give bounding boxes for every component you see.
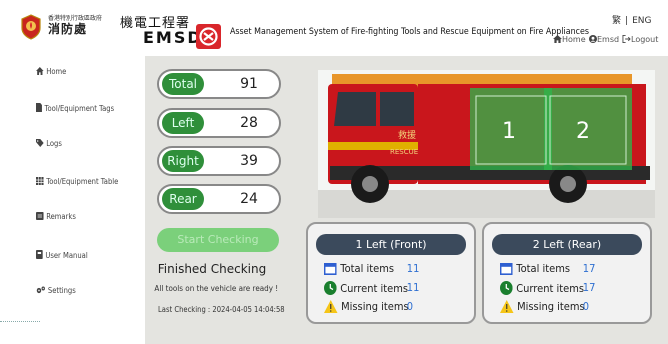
sidebar-item-user-manual[interactable]: User Manual (36, 250, 88, 260)
book-icon (36, 250, 43, 259)
fire-appliance-image: 救援 RESCUE 1 2 (318, 70, 655, 218)
lang-separator: | (625, 16, 629, 26)
compartment-1-label: 1 (502, 119, 516, 144)
sidebar-item-tool-equipment-tags[interactable]: Tool/Equipment Tags (36, 103, 114, 113)
current-items-value: 11 (406, 281, 420, 294)
stat-right: Right 39 (157, 146, 281, 176)
sidebar-item-label: Remarks (46, 212, 76, 221)
sidebar-item-label: User Manual (45, 251, 88, 260)
sidebar-item-remarks[interactable]: Remarks (36, 212, 76, 221)
top-nav-user[interactable]: Emsd (589, 35, 619, 44)
sidebar-item-label: Tool/Equipment Tags (44, 104, 115, 113)
sidebar-item-label: Settings (47, 286, 76, 295)
checking-status-message: All tools on the vehicle are ready ! (154, 284, 279, 293)
sidebar-item-label: Tool/Equipment Table (46, 177, 119, 186)
top-nav-user-label: Emsd (597, 35, 620, 44)
clock-icon (324, 281, 337, 295)
hkfs-logo-text: 香港特別行政區政府 消防處 (48, 15, 102, 36)
missing-items-label: Missing items (517, 300, 585, 313)
total-items-label: Total items (340, 262, 395, 275)
sidebar-item-settings[interactable]: Settings (36, 286, 76, 295)
sidebar-item-label: Logs (46, 139, 62, 148)
stat-right-value: 39 (240, 153, 258, 169)
start-checking-button[interactable]: Start Checking (157, 228, 279, 252)
divider (0, 321, 40, 322)
header-bar: 香港特別行政區政府 消防處 機電工程署 EMSD Asset Managemen… (0, 0, 668, 56)
last-checking-timestamp: Last Checking : 2024-04-05 14:04:58 (158, 305, 285, 314)
fire-services-emblem-icon (21, 14, 41, 40)
home-icon (553, 35, 562, 43)
missing-items-value: 0 (406, 300, 414, 313)
table-icon (36, 177, 44, 185)
tag-icon (36, 139, 44, 147)
language-switcher: 繁 | ENG (610, 13, 653, 26)
comment-icon (36, 212, 44, 220)
missing-items-row: Missing items 0 (324, 300, 413, 313)
logout-link[interactable]: Logout (622, 35, 658, 44)
file-icon (36, 103, 42, 112)
compartment-panel-left-front: 1 Left (Front) Total items 11 Current ite… (306, 222, 476, 324)
stat-left: Left 28 (157, 108, 281, 138)
missing-items-value: 0 (582, 300, 590, 313)
missing-items-row: Missing items 0 (500, 300, 589, 313)
total-items-value: 11 (406, 262, 420, 275)
warning-icon (500, 300, 514, 313)
system-title: Asset Management System of Fire-fighting… (230, 27, 589, 37)
stat-total-value: 91 (240, 76, 258, 92)
current-items-value: 17 (582, 281, 596, 294)
current-items-row: Current items 17 (500, 281, 595, 295)
total-items-value: 17 (582, 262, 596, 275)
total-items-row: Total items 17 (500, 262, 595, 275)
checking-status-title: Finished Checking (157, 262, 267, 276)
stat-left-value: 28 (240, 115, 258, 131)
total-items-label: Total items (516, 262, 571, 275)
panel-title: 2 Left (Rear) (492, 234, 642, 255)
current-items-label: Current items (516, 282, 585, 295)
warning-icon (324, 300, 338, 313)
truck-cab-text-en: RESCUE (390, 148, 418, 156)
calendar-icon (500, 262, 513, 275)
stat-total-label: Total (162, 73, 204, 95)
emsd-name-en: EMSD (143, 28, 203, 47)
calendar-icon (324, 262, 337, 275)
current-items-label: Current items (340, 282, 409, 295)
total-items-row: Total items 11 (324, 262, 419, 275)
home-icon (36, 67, 44, 75)
stat-left-label: Left (162, 112, 204, 134)
top-nav-home-label: Home (562, 35, 586, 44)
stat-rear: Rear 24 (157, 184, 281, 214)
logout-label: Logout (631, 35, 659, 44)
lang-en-link[interactable]: ENG (632, 16, 651, 26)
stat-rear-label: Rear (162, 188, 204, 210)
compartment-panel-left-rear: 2 Left (Rear) Total items 17 Current item… (482, 222, 652, 324)
sidebar-item-tool-equipment-table[interactable]: Tool/Equipment Table (36, 177, 118, 186)
stat-total: Total 91 (157, 69, 281, 99)
lang-tc-link[interactable]: 繁 (612, 16, 621, 26)
truck-cab-text-cn: 救援 (398, 129, 416, 141)
emsd-logo-icon (196, 24, 221, 49)
sidebar-item-home[interactable]: Home (36, 67, 66, 76)
hkfs-org-text: 香港特別行政區政府 (48, 15, 103, 22)
current-items-row: Current items 11 (324, 281, 419, 295)
sidebar-item-logs[interactable]: Logs (36, 139, 62, 148)
top-nav-home[interactable]: Home (553, 35, 586, 44)
logout-icon (622, 35, 631, 43)
hkfs-name: 消防處 (48, 22, 88, 36)
sidebar-item-label: Home (46, 67, 67, 76)
clock-icon (500, 281, 513, 295)
panel-title: 1 Left (Front) (316, 234, 466, 255)
stat-right-label: Right (162, 150, 204, 172)
compartment-2-label: 2 (576, 119, 590, 144)
sidebar (0, 56, 145, 344)
gears-icon (36, 286, 45, 294)
user-circle-icon (589, 35, 597, 43)
missing-items-label: Missing items (341, 300, 409, 313)
stat-rear-value: 24 (240, 191, 258, 207)
